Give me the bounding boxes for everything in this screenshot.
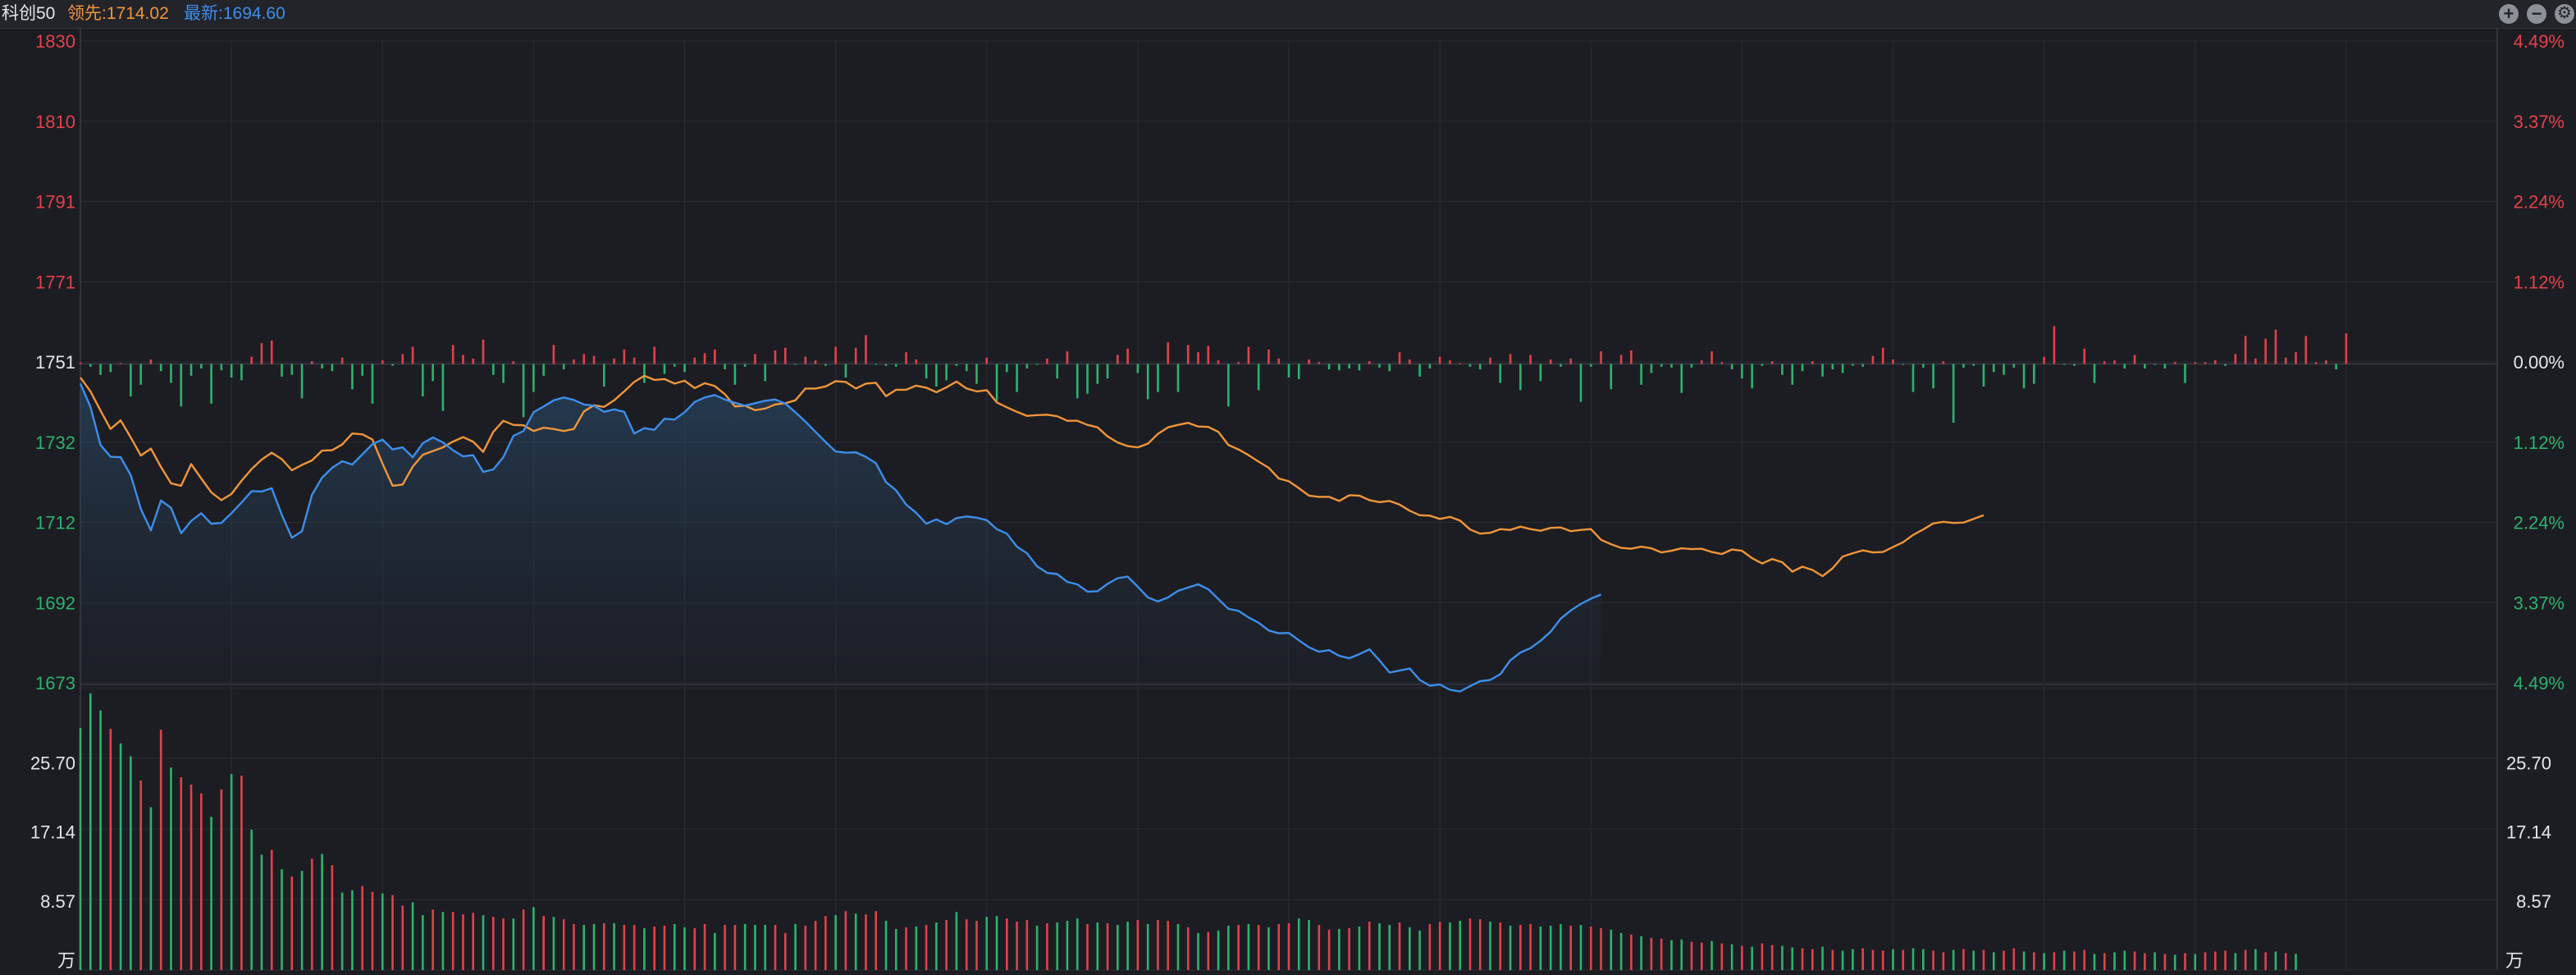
volume-tick-label: 17.14 <box>30 822 75 843</box>
percent-tick-label: 3.37% <box>2514 593 2565 613</box>
percent-tick-label: 2.24% <box>2514 192 2565 213</box>
percent-tick-label: 1.12% <box>2514 272 2565 292</box>
price-tick-label: 1692 <box>35 593 75 613</box>
percent-tick-label: 3.37% <box>2514 112 2565 132</box>
price-tick-label: 1830 <box>35 31 75 52</box>
intraday-chart[interactable]: 1830 1810 1791 1771 1751 1732 1712 1692 1673 4.49… <box>0 0 2576 975</box>
price-tick-label: 1810 <box>35 112 75 132</box>
volume-unit-label: 万 <box>57 950 75 971</box>
volume-unit-label-right: 万 <box>2505 950 2523 971</box>
strength-bars <box>79 326 2348 423</box>
percent-tick-label: 1.12% <box>2514 433 2565 453</box>
percent-tick-label: 2.24% <box>2514 513 2565 533</box>
price-tick-label: 1791 <box>35 192 75 213</box>
price-tick-label: 1673 <box>35 673 75 693</box>
percent-tick-label: 4.49% <box>2514 31 2565 52</box>
volume-bars <box>79 693 2297 970</box>
volume-tick-label-right: 17.14 <box>2506 822 2551 843</box>
percent-tick-label: 4.49% <box>2514 673 2565 693</box>
latest-price-area <box>80 383 1601 692</box>
volume-tick-label: 8.57 <box>40 891 75 912</box>
price-tick-label: 1732 <box>35 433 75 453</box>
volume-tick-label-right: 8.57 <box>2516 891 2551 912</box>
price-tick-label: 1712 <box>35 513 75 533</box>
volume-tick-label-right: 25.70 <box>2506 753 2551 773</box>
percent-tick-label: 0.00% <box>2514 352 2565 373</box>
price-tick-label: 1751 <box>35 352 75 373</box>
price-lines <box>79 374 1985 693</box>
volume-tick-label: 25.70 <box>30 753 75 773</box>
price-tick-label: 1771 <box>35 272 75 292</box>
